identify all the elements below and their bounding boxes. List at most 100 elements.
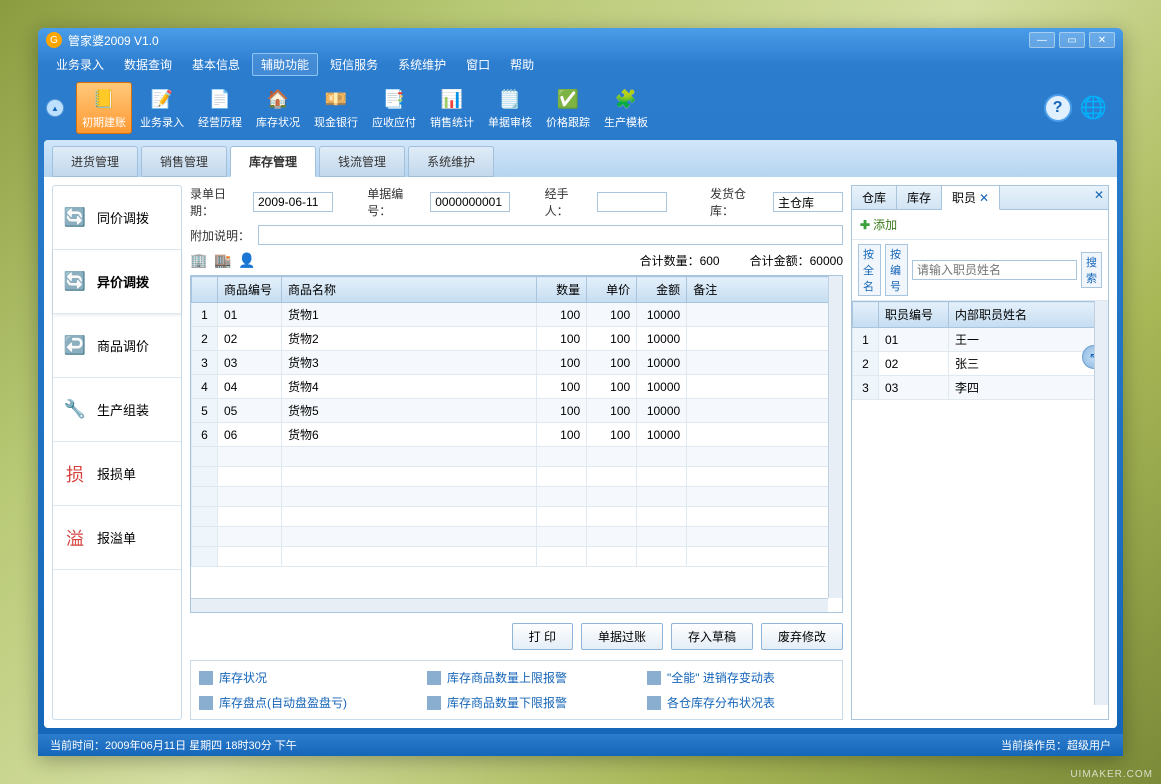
menu-4[interactable]: 短信服务 <box>322 54 386 75</box>
tool-5[interactable]: 📑应收应付 <box>366 82 422 134</box>
tool-9[interactable]: 🧩生产模板 <box>598 82 654 134</box>
right-tab-2[interactable]: 职员 ✕ <box>942 186 1000 210</box>
link-2-1[interactable]: 各仓库存分布状况表 <box>647 694 775 711</box>
tab-3[interactable]: 钱流管理 <box>319 146 405 177</box>
menu-0[interactable]: 业务录入 <box>48 54 112 75</box>
table-row-empty[interactable] <box>192 547 842 567</box>
watermark: UIMAKER.COM <box>1070 769 1153 780</box>
search-button[interactable]: 搜索 <box>1081 252 1102 288</box>
tool-8[interactable]: ✅价格跟踪 <box>540 82 596 134</box>
right-col-header-2[interactable]: 内部职员姓名 <box>949 302 1108 328</box>
search-mode-code[interactable]: 按编号 <box>885 244 908 296</box>
tool-1[interactable]: 📝业务录入 <box>134 82 190 134</box>
right-col-header-0[interactable] <box>853 302 879 328</box>
sidebar: 🔄同价调拨🔄异价调拨↩️商品调价🔧生产组装损报损单溢报溢单 <box>52 185 182 720</box>
warehouse-input[interactable] <box>773 192 843 212</box>
handler-input[interactable] <box>597 192 667 212</box>
action-1[interactable]: 单据过账 <box>581 623 663 650</box>
doc-input[interactable] <box>430 192 510 212</box>
menu-6[interactable]: 窗口 <box>458 54 498 75</box>
table-row[interactable]: 606货物610010010000 <box>192 423 842 447</box>
table-row-empty[interactable] <box>192 507 842 527</box>
col-header-4[interactable]: 单价 <box>587 277 637 303</box>
scrollbar-horizontal[interactable] <box>191 598 828 612</box>
globe-icon[interactable]: 🌐 <box>1080 95 1107 121</box>
action-2[interactable]: 存入草稿 <box>671 623 753 650</box>
table-row-empty[interactable] <box>192 467 842 487</box>
tool-icon-8: ✅ <box>554 86 582 112</box>
table-row-empty[interactable] <box>192 447 842 467</box>
table-row[interactable]: 101货物110010010000 <box>192 303 842 327</box>
tool-2[interactable]: 📄经营历程 <box>192 82 248 134</box>
sidebar-icon-3: 🔧 <box>63 398 87 422</box>
maximize-button[interactable]: ▭ <box>1059 32 1085 48</box>
employee-search-input[interactable] <box>912 260 1077 280</box>
tab-4[interactable]: 系统维护 <box>408 146 494 177</box>
col-header-0[interactable] <box>192 277 218 303</box>
titlebar[interactable]: G 管家婆2009 V1.0 — ▭ ✕ <box>38 28 1123 52</box>
link-icon <box>199 696 213 710</box>
menu-5[interactable]: 系统维护 <box>390 54 454 75</box>
date-input[interactable] <box>253 192 333 212</box>
table-row-empty[interactable] <box>192 527 842 547</box>
right-table-row[interactable]: 202张三 <box>853 352 1108 376</box>
tool-7[interactable]: 🗒️单据审核 <box>482 82 538 134</box>
right-table-row[interactable]: 101王一 <box>853 328 1108 352</box>
help-icon[interactable]: ? <box>1044 94 1072 122</box>
main-grid[interactable]: 商品编号商品名称数量单价金额备注101货物110010010000202货物21… <box>190 275 843 613</box>
table-row[interactable]: 202货物210010010000 <box>192 327 842 351</box>
right-tab-1[interactable]: 库存 <box>897 186 942 209</box>
table-row-empty[interactable] <box>192 487 842 507</box>
right-tab-0[interactable]: 仓库 <box>852 186 897 209</box>
menu-7[interactable]: 帮助 <box>502 54 542 75</box>
sidebar-item-2[interactable]: ↩️商品调价 <box>53 314 181 378</box>
col-header-6[interactable]: 备注 <box>687 277 842 303</box>
col-header-3[interactable]: 数量 <box>537 277 587 303</box>
sum-amt-label: 合计金额： <box>750 254 810 268</box>
tab-1[interactable]: 销售管理 <box>141 146 227 177</box>
close-button[interactable]: ✕ <box>1089 32 1115 48</box>
link-1-0[interactable]: 库存商品数量上限报警 <box>427 669 567 686</box>
collapse-toolbar-icon[interactable]: ▲ <box>46 99 64 117</box>
scrollbar-vertical[interactable] <box>828 276 842 598</box>
panel-close-icon[interactable]: ✕ <box>1094 188 1104 202</box>
tab-2[interactable]: 库存管理 <box>230 146 316 177</box>
right-table-row[interactable]: 303李四 <box>853 376 1108 400</box>
link-0-1[interactable]: 库存盘点(自动盘盈盘亏) <box>199 694 347 711</box>
right-scrollbar-vertical[interactable] <box>1094 301 1108 705</box>
action-3[interactable]: 废弃修改 <box>761 623 843 650</box>
link-0-0[interactable]: 库存状况 <box>199 669 347 686</box>
link-2-0[interactable]: "全能" 进销存变动表 <box>647 669 775 686</box>
right-col-header-1[interactable]: 职员编号 <box>879 302 949 328</box>
tool-0[interactable]: 📒初期建账 <box>76 82 132 134</box>
col-header-2[interactable]: 商品名称 <box>282 277 537 303</box>
sidebar-item-1[interactable]: 🔄异价调拨 <box>53 250 181 314</box>
tab-close-icon[interactable]: ✕ <box>979 191 989 205</box>
note-input[interactable] <box>258 225 843 245</box>
person-icon[interactable]: 👤 <box>238 251 256 269</box>
menu-2[interactable]: 基本信息 <box>184 54 248 75</box>
tool-4[interactable]: 💴现金银行 <box>308 82 364 134</box>
col-header-1[interactable]: 商品编号 <box>218 277 282 303</box>
menu-1[interactable]: 数据查询 <box>116 54 180 75</box>
table-row[interactable]: 303货物310010010000 <box>192 351 842 375</box>
table-row[interactable]: 505货物510010010000 <box>192 399 842 423</box>
action-0[interactable]: 打 印 <box>512 623 573 650</box>
add-button[interactable]: ✚ 添加 <box>860 216 897 233</box>
building-icon[interactable]: 🏬 <box>214 251 232 269</box>
sidebar-item-5[interactable]: 溢报溢单 <box>53 506 181 570</box>
sidebar-icon-1: 🔄 <box>63 270 87 294</box>
tool-6[interactable]: 📊销售统计 <box>424 82 480 134</box>
menu-3[interactable]: 辅助功能 <box>252 53 318 76</box>
sidebar-item-4[interactable]: 损报损单 <box>53 442 181 506</box>
minimize-button[interactable]: — <box>1029 32 1055 48</box>
table-row[interactable]: 404货物410010010000 <box>192 375 842 399</box>
link-1-1[interactable]: 库存商品数量下限报警 <box>427 694 567 711</box>
tool-3[interactable]: 🏠库存状况 <box>250 82 306 134</box>
search-mode-fullname[interactable]: 按全名 <box>858 244 881 296</box>
col-header-5[interactable]: 金额 <box>637 277 687 303</box>
sidebar-item-3[interactable]: 🔧生产组装 <box>53 378 181 442</box>
sidebar-item-0[interactable]: 🔄同价调拨 <box>53 186 181 250</box>
grid-icon[interactable]: 🏢 <box>190 251 208 269</box>
tab-0[interactable]: 进货管理 <box>52 146 138 177</box>
